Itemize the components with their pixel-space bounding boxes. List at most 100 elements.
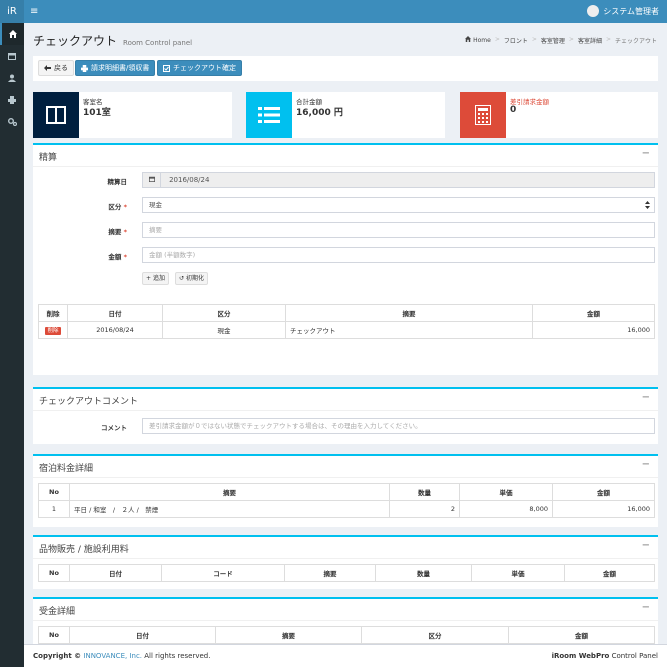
home-icon	[465, 36, 472, 42]
checkout-confirm-button[interactable]: チェックアウト確定	[157, 60, 242, 76]
delete-row-button[interactable]: 削除	[45, 327, 61, 335]
table-cell: 2	[389, 500, 460, 518]
type-label: 区分 *	[39, 201, 127, 211]
toolbar-box: 戻る 請求明細書/領収書 チェックアウト確定	[33, 56, 658, 81]
add-button-label: 追加	[152, 275, 165, 282]
app-logo[interactable]: iR	[0, 0, 24, 23]
copyright-label: Copyright ©	[33, 652, 82, 660]
box-title: 宿泊料金詳細	[39, 464, 94, 474]
back-button-label: 戻る	[54, 64, 68, 72]
divider	[33, 166, 658, 167]
breadcrumb-current: チェックアウト	[614, 38, 657, 45]
undo-icon: ↺	[179, 275, 185, 282]
info-icon-bg	[460, 92, 506, 138]
comment-label: コメント	[101, 424, 127, 432]
breadcrumb-item[interactable]: 客室管理	[541, 36, 565, 45]
collapse-button[interactable]: −	[642, 148, 650, 159]
breadcrumb-item[interactable]: 客室詳細	[578, 36, 602, 45]
col-header: 単価	[471, 564, 565, 582]
collapse-button[interactable]: −	[642, 540, 650, 551]
info-icon-bg	[246, 92, 292, 138]
info-box-value: 16,000 円	[296, 108, 343, 118]
table-cell: 現金	[162, 321, 286, 339]
summary-label-text: 摘要	[108, 228, 122, 236]
col-header: 摘要	[285, 304, 533, 322]
calendar-icon	[148, 176, 155, 182]
sidebar-item-settings[interactable]	[0, 111, 24, 133]
check-square-icon	[163, 64, 170, 72]
col-header: 金額	[508, 626, 655, 644]
amount-input[interactable]: 金額 (半額数字)	[142, 247, 655, 263]
collapse-button[interactable]: −	[642, 392, 650, 403]
settle-date-value: 2016/08/24	[169, 176, 210, 184]
delete-cell: 削除	[38, 321, 68, 339]
select-arrows-icon	[645, 201, 650, 209]
comment-input[interactable]: 差引請求金額が０ではない状態でチェックアウトする場合は、その理由を入力してくださ…	[142, 418, 655, 434]
type-select[interactable]: 現金	[142, 197, 655, 213]
table-cell: 2016/08/24	[67, 321, 163, 339]
reset-button[interactable]: ↺ 初期化	[175, 272, 208, 285]
divider	[33, 558, 658, 559]
sidebar-item-calendar[interactable]	[0, 45, 24, 67]
company-link[interactable]: INNOVANCE, Inc.	[83, 652, 142, 660]
goods-facility-box: 品物販売 / 施設利用料 − No 日付 コード 摘要 数量 単価 金額	[33, 535, 658, 589]
sidebar-toggle-button[interactable]: ≡	[30, 6, 38, 17]
breadcrumb-item[interactable]: フロント	[504, 36, 528, 45]
col-header: 区分	[361, 626, 509, 644]
back-button[interactable]: 戻る	[38, 60, 74, 76]
info-icon-bg	[33, 92, 79, 138]
table-cell: 16,000	[532, 321, 655, 339]
list-icon	[258, 107, 280, 123]
user-name: システム管理者	[603, 6, 659, 16]
user-icon	[8, 74, 16, 82]
col-header: 摘要	[69, 483, 390, 501]
info-box-value: 101室	[83, 108, 111, 118]
table-row: 1 平日 / 和室 / ２人 / 禁煙 2 8,000 16,000	[38, 500, 655, 518]
sidebar-item-home[interactable]	[0, 23, 24, 45]
user-menu[interactable]: システム管理者	[587, 5, 659, 17]
invoice-button[interactable]: 請求明細書/領収書	[75, 60, 156, 76]
main-content: チェックアウト Room Control panel Home > フロント > …	[24, 23, 667, 651]
settle-date-field[interactable]: 2016/08/24	[142, 172, 655, 188]
product-suffix: Control Panel	[611, 652, 658, 660]
table-header-row: No 日付 摘要 区分 金額	[38, 626, 655, 644]
info-box-balance: 差引請求金額 0	[460, 92, 658, 138]
type-select-value: 現金	[149, 201, 162, 209]
info-box-room: 客室名 101室	[33, 92, 232, 138]
amount-label: 金額 *	[39, 251, 127, 261]
product-name: iRoom WebPro	[551, 652, 610, 660]
divider	[33, 477, 658, 478]
invoice-button-label: 請求明細書/領収書	[91, 64, 150, 72]
printer-icon	[8, 96, 16, 104]
checkout-confirm-label: チェックアウト確定	[173, 64, 236, 72]
divider	[33, 410, 658, 411]
settlement-box: 精算 − 精算日 2016/08/24 区分 * 現金 摘要 * 摘要 金額 *…	[33, 143, 658, 375]
summary-input[interactable]: 摘要	[142, 222, 655, 238]
table-cell: 平日 / 和室 / ２人 / 禁煙	[69, 500, 390, 518]
breadcrumb-home-label: Home	[473, 37, 491, 44]
sidebar-item-user[interactable]	[0, 67, 24, 89]
col-header: 金額	[552, 483, 655, 501]
box-title: 品物販売 / 施設利用料	[39, 545, 129, 555]
sidebar-item-print[interactable]	[0, 89, 24, 111]
page-title-text: チェックアウト	[33, 34, 118, 48]
reset-button-label: 初期化	[185, 275, 204, 282]
type-label-text: 区分	[108, 203, 122, 211]
collapse-button[interactable]: −	[642, 459, 650, 470]
columns-icon	[46, 106, 66, 124]
breadcrumb-home[interactable]: Home	[465, 36, 491, 45]
required-mark: *	[123, 203, 127, 211]
table-cell: 1	[38, 500, 70, 518]
collapse-button[interactable]: −	[642, 602, 650, 613]
arrow-left-icon	[44, 65, 51, 71]
box-title: 受金詳細	[39, 607, 76, 617]
col-header: 金額	[532, 304, 655, 322]
breadcrumb-separator: >	[494, 36, 500, 43]
receipt-table: No 日付 摘要 区分 金額	[38, 626, 655, 644]
top-navbar: iR ≡ システム管理者	[0, 0, 667, 23]
col-header: 日付	[69, 626, 216, 644]
col-header: No	[38, 626, 70, 644]
col-header: No	[38, 483, 70, 501]
add-button[interactable]: + 追加	[142, 272, 169, 285]
goods-table: No 日付 コード 摘要 数量 単価 金額	[38, 564, 655, 582]
